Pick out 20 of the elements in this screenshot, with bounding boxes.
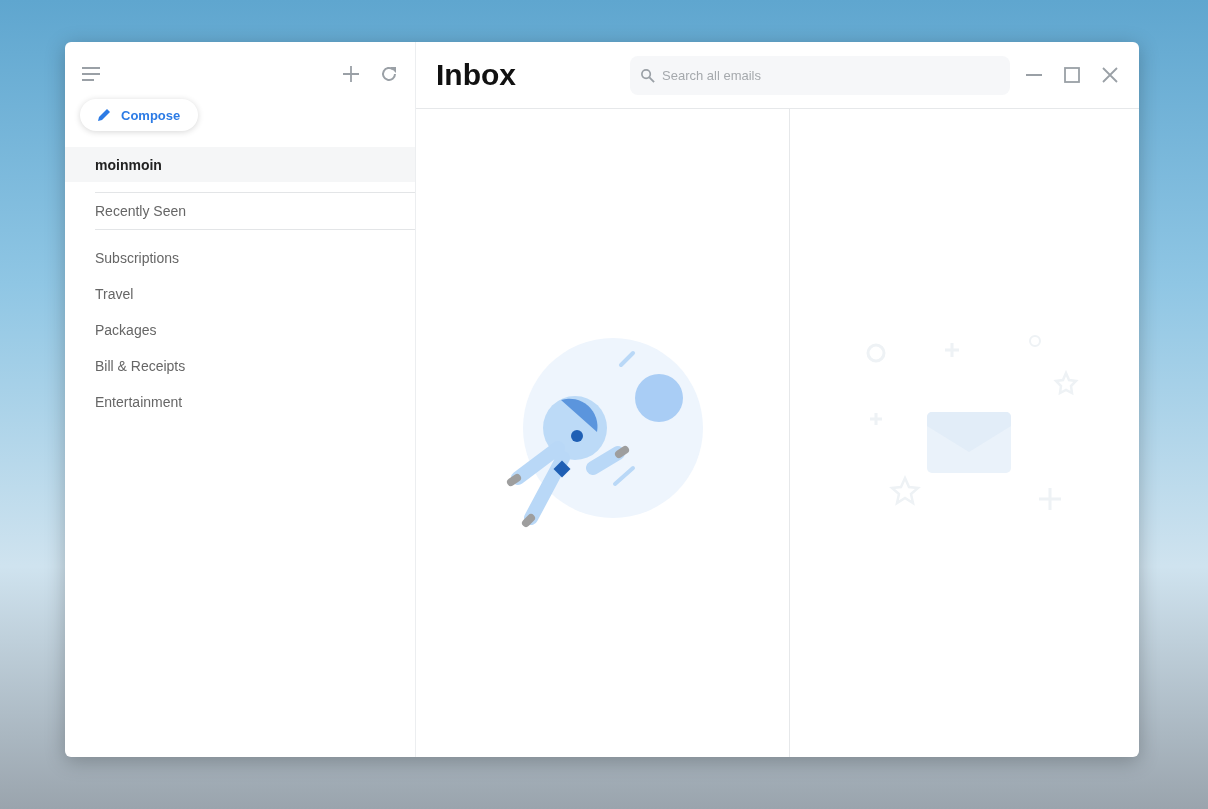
pencil-icon: [96, 107, 112, 123]
plus-icon[interactable]: [341, 64, 361, 84]
close-button[interactable]: [1100, 65, 1120, 85]
folder-item[interactable]: Recently Seen: [65, 193, 415, 229]
minimize-icon: [1026, 74, 1042, 76]
compose-button[interactable]: Compose: [80, 99, 199, 131]
window-title: Inbox: [436, 58, 517, 92]
folder-item[interactable]: Entertainment: [65, 384, 415, 420]
folder-item[interactable]: Bill & Receipts: [65, 348, 415, 384]
folder-item[interactable]: Packages: [65, 312, 415, 348]
account-item[interactable]: moinmoin: [65, 147, 415, 182]
close-icon: [1100, 65, 1120, 85]
search-icon: [640, 67, 655, 83]
folder-item[interactable]: Travel: [65, 276, 415, 312]
menu-icon[interactable]: [81, 64, 101, 84]
folder-item[interactable]: Subscriptions: [65, 240, 415, 276]
maximize-icon: [1062, 65, 1082, 85]
search-field[interactable]: Search all emails: [630, 55, 1010, 95]
refresh-icon[interactable]: [379, 64, 399, 84]
maximize-button[interactable]: [1062, 65, 1082, 85]
